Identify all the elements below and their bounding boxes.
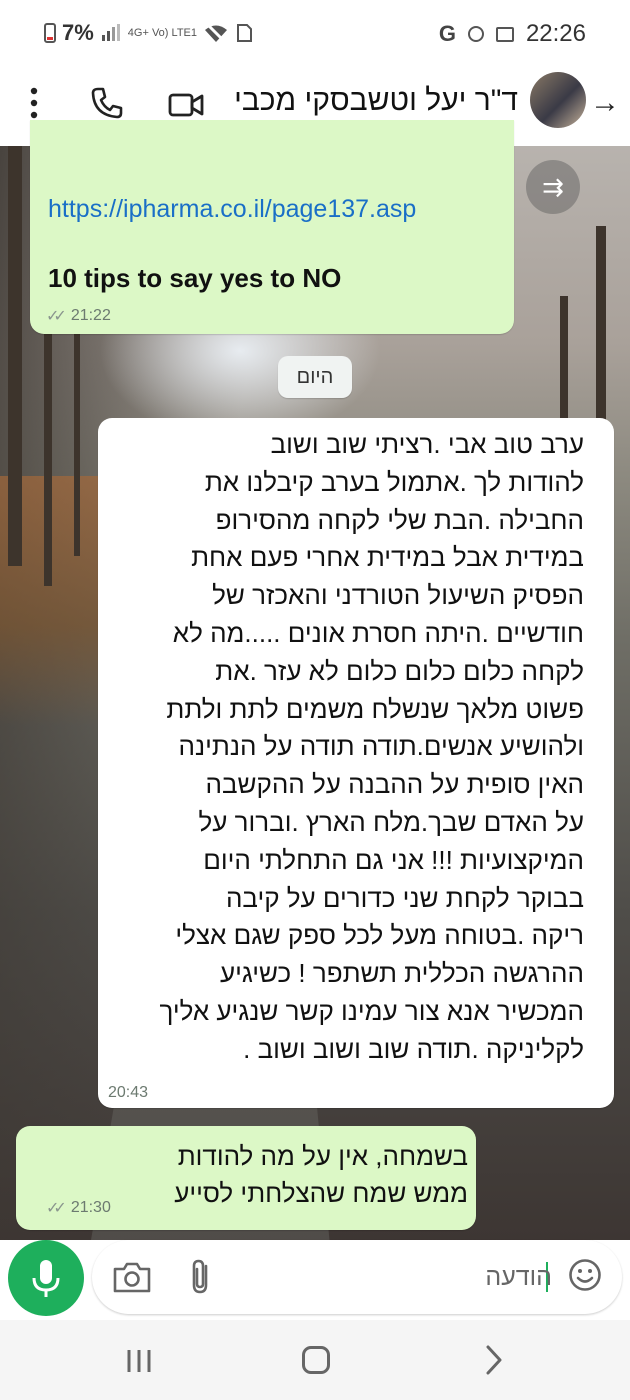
message-line: המיקצועיות !!! אני גם התחלתי היום: [203, 844, 584, 875]
message-line: ערב טוב אבי .רציתי שוב ושוב: [270, 429, 584, 459]
mic-icon: [32, 1260, 60, 1297]
message-line: המכשיר אנא צור עמינו קשר שנגיע אליך: [159, 995, 584, 1026]
wallpaper-tree: [8, 146, 22, 566]
wallpaper-tree: [74, 296, 80, 556]
status-left: 7% 4G+ Vo) LTE1: [44, 20, 253, 46]
gallery-icon: [495, 26, 514, 42]
back-arrow-icon[interactable]: →: [590, 86, 620, 120]
contact-name[interactable]: ד"ר יעל וטשבסקי מכבי: [234, 84, 518, 118]
contact-avatar[interactable]: [530, 72, 586, 128]
battery-icon: [44, 23, 56, 43]
status-time: 22:26: [525, 20, 586, 47]
voice-message-button[interactable]: [8, 1240, 84, 1316]
reply-message-text: בשמחה, אין על מה להודות ממש שמח שהצלחתי …: [174, 1138, 468, 1212]
network-type-label: 4G+ Vo) LTE1: [127, 26, 197, 39]
recent-apps-icon[interactable]: [124, 1348, 154, 1374]
home-icon[interactable]: [302, 1346, 330, 1374]
phone-icon[interactable]: [90, 86, 124, 120]
message-text: 10 tips to say yes to NO: [48, 263, 342, 293]
read-ticks-icon: ✓✓: [46, 308, 67, 325]
sim-icon: [237, 24, 252, 42]
message-link[interactable]: https://ipharma.co.il/page137.asp: [48, 195, 416, 224]
message-meta: ✓✓ 21:30: [46, 1198, 111, 1218]
read-ticks-icon: ✓✓: [46, 1200, 67, 1217]
date-label: היום: [296, 365, 334, 388]
google-icon: G: [438, 21, 456, 46]
message-meta: ✓✓ 21:22: [46, 306, 111, 326]
sync-icon: [467, 26, 484, 42]
message-line: במידית אבל במידית אחרי פעם אחת: [191, 542, 584, 573]
message-line: בשמחה, אין על מה להודות: [177, 1141, 468, 1171]
message-line: להודות לך .אתמול בערב קיבלנו את: [204, 466, 584, 497]
message-line: חודשיים .היתה חסרת אונים .....מה לא: [172, 617, 584, 648]
link-message-bubble[interactable]: [30, 120, 514, 334]
video-call-icon[interactable]: [168, 90, 204, 120]
message-meta: 20:43: [108, 1084, 148, 1102]
message-time: 21:22: [70, 307, 111, 324]
message-line: החבילה .הבת שלי לקחה מהסירופ: [215, 504, 584, 535]
message-line: ריקה .בטוחה מעל לכל ספק שגם אצלי: [175, 920, 584, 951]
message-line: בבוקר לקחת שני כדורים על קיבה: [225, 882, 584, 913]
message-line: הפסיק השיעול הטורדני והאכזר של: [212, 580, 584, 611]
wifi-off-icon: [205, 22, 227, 44]
message-time: 20:43: [108, 1084, 149, 1101]
message-line: ההרגשה הכללית תשתפר ! כשיגיע: [219, 958, 584, 989]
message-input-placeholder[interactable]: הודעה: [485, 1263, 552, 1292]
battery-percentage: 7%: [62, 20, 94, 45]
attach-icon[interactable]: [186, 1258, 216, 1296]
forward-button[interactable]: ⇉: [526, 160, 580, 214]
message-time: 21:30: [70, 1199, 111, 1216]
message-line: לקחה כלום כלום כלום לא עזר .את: [215, 655, 584, 686]
status-bar: 7% 4G+ Vo) LTE1 G 22:26: [0, 0, 630, 66]
status-right: G 22:26: [439, 20, 586, 48]
message-line: ולהושיע אנשים.תודה תודה על הנתינה: [178, 731, 584, 762]
message-line: פשוט מלאך שנשלח משמים לתת ולתת: [166, 693, 584, 724]
signal-icon: [101, 24, 120, 41]
camera-icon[interactable]: [112, 1260, 152, 1294]
emoji-icon[interactable]: [568, 1258, 602, 1292]
message-line: האין סופית על ההבנה על ההקשבה: [205, 769, 584, 800]
more-options-icon[interactable]: [24, 86, 44, 120]
forward-icon: ⇉: [542, 171, 564, 202]
message-line: על האדם שבך.מלח הארץ .וברור על: [198, 806, 584, 837]
back-icon[interactable]: [478, 1344, 508, 1376]
message-line: ממש שמח שהצלחתי לסייע: [174, 1178, 468, 1208]
incoming-message-text: ערב טוב אבי .רציתי שוב ושוב להודות לך .א…: [114, 426, 584, 1069]
date-separator: היום: [278, 356, 352, 398]
message-line: לקליניקה .תודה שוב ושוב ושוב .: [243, 1033, 584, 1064]
